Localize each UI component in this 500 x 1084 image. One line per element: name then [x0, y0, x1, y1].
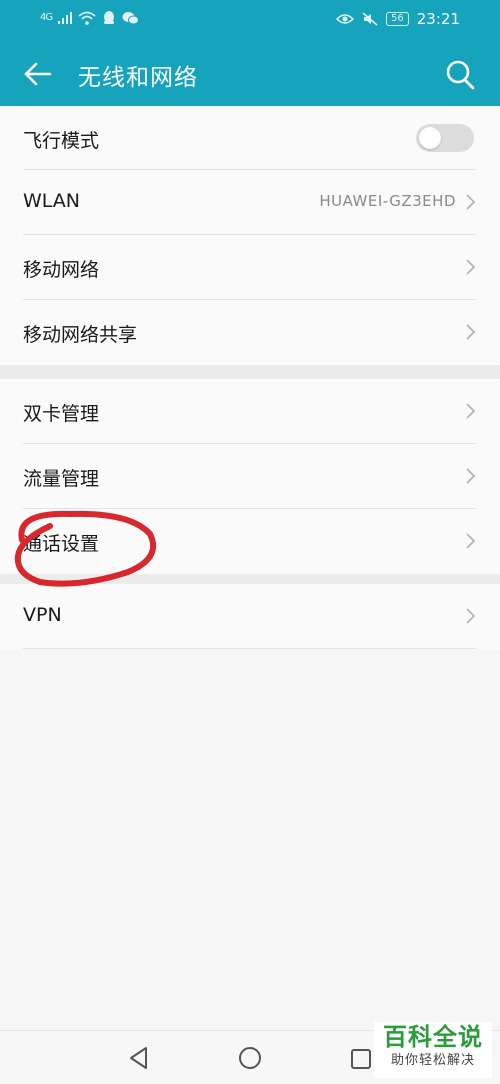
wechat-icon [122, 11, 140, 24]
watermark-subtitle: 助你轻松解决 [390, 1053, 475, 1068]
section-gap [0, 365, 500, 379]
mobile-network-row[interactable]: 移动网络 [0, 235, 500, 300]
settings-group-sim: 双卡管理 流量管理 通话设置 [0, 379, 500, 574]
wlan-row[interactable]: WLAN HUAWEI-GZ3EHD [0, 170, 500, 235]
qq-icon [104, 11, 115, 24]
chevron-right-icon [466, 324, 476, 340]
chevron-right-icon [466, 194, 476, 210]
battery-icon: 56 [386, 12, 409, 26]
nav-back-icon[interactable] [126, 1045, 152, 1071]
chevron-right-icon [466, 259, 476, 275]
chevron-right-icon [466, 403, 476, 419]
nav-recent-icon[interactable] [350, 1048, 372, 1070]
settings-group-network: 飞行模式 WLAN HUAWEI-GZ3EHD 移动网络 移动网络共享 [0, 106, 500, 365]
tethering-label: 移动网络共享 [23, 324, 138, 346]
page-title: 无线和网络 [78, 65, 198, 91]
dual-sim-label: 双卡管理 [23, 403, 100, 425]
arrow-left-icon[interactable] [20, 56, 56, 92]
network-type-label: 4G [40, 12, 53, 23]
airplane-mode-row[interactable]: 飞行模式 [0, 106, 500, 170]
toggle-knob [419, 127, 441, 149]
airplane-mode-label: 飞行模式 [23, 130, 100, 152]
mobile-network-label: 移动网络 [23, 259, 100, 281]
settings-list: 飞行模式 WLAN HUAWEI-GZ3EHD 移动网络 移动网络共享 双卡管理 [0, 106, 500, 649]
call-settings-row[interactable]: 通话设置 [0, 509, 500, 574]
wifi-icon [78, 11, 96, 25]
wlan-label: WLAN [23, 190, 81, 212]
data-usage-row[interactable]: 流量管理 [0, 444, 500, 509]
wlan-network-name: HUAWEI-GZ3EHD [319, 192, 456, 210]
airplane-mode-toggle[interactable] [416, 124, 474, 152]
signal-icon [58, 11, 73, 24]
vpn-row[interactable]: VPN [0, 584, 500, 649]
watermark-title: 百科全说 [383, 1023, 483, 1051]
section-gap [0, 574, 500, 584]
call-settings-label: 通话设置 [23, 533, 100, 555]
chevron-right-icon [466, 608, 476, 624]
tethering-row[interactable]: 移动网络共享 [0, 300, 500, 365]
mute-icon [362, 12, 378, 26]
nav-home-icon[interactable] [238, 1046, 262, 1070]
chevron-right-icon [466, 533, 476, 549]
dual-sim-row[interactable]: 双卡管理 [0, 379, 500, 444]
vpn-label: VPN [23, 604, 62, 626]
eye-comfort-icon [336, 14, 355, 24]
app-header: 4G 56 23:21 无线和网络 [0, 0, 500, 106]
search-icon[interactable] [444, 56, 476, 92]
clock: 23:21 [416, 10, 460, 28]
watermark-logo: 百科全说 助你轻松解决 [374, 1022, 492, 1078]
status-bar: 4G 56 23:21 [0, 0, 500, 40]
settings-group-vpn: VPN [0, 584, 500, 649]
chevron-right-icon [466, 468, 476, 484]
data-usage-label: 流量管理 [23, 468, 100, 490]
divider [23, 648, 476, 649]
